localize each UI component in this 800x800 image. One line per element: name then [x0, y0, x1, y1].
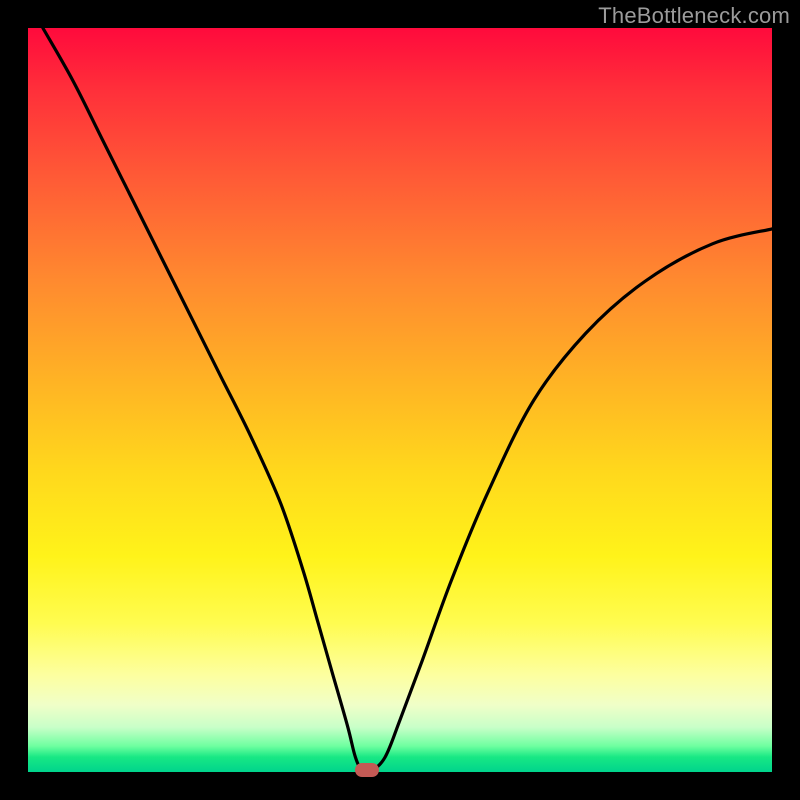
optimal-point-marker — [355, 763, 379, 777]
chart-frame: TheBottleneck.com — [0, 0, 800, 800]
bottleneck-curve-path — [43, 28, 772, 774]
plot-area — [28, 28, 772, 772]
curve-svg — [28, 28, 772, 772]
watermark-text: TheBottleneck.com — [598, 3, 790, 29]
